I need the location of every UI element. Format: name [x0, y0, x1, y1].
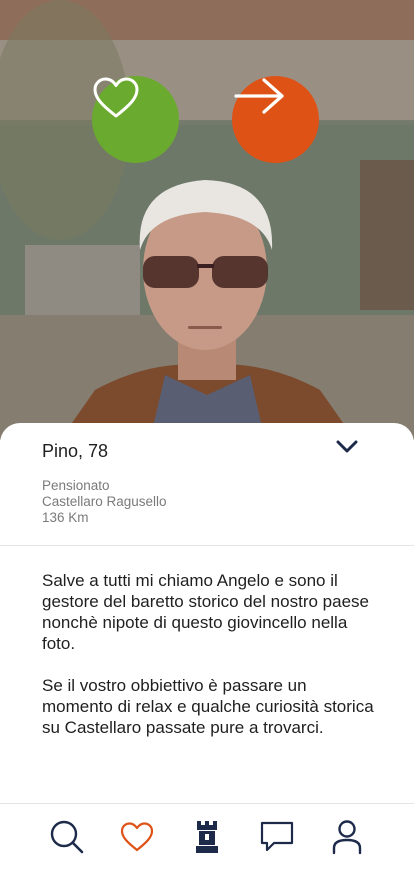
heart-outline-icon	[93, 77, 139, 118]
profile-occupation: Pensionato	[42, 478, 110, 493]
heart-icon	[120, 822, 154, 852]
bottom-nav	[0, 804, 414, 896]
like-button[interactable]	[92, 76, 179, 163]
nav-tower[interactable]	[188, 818, 226, 856]
bio-paragraph: Se il vostro obbiettivo è passare un mom…	[42, 676, 374, 737]
nav-search[interactable]	[48, 818, 86, 856]
nav-chat[interactable]	[258, 818, 296, 856]
profile-location: Castellaro Ragusello	[42, 494, 167, 509]
divider	[0, 545, 414, 546]
arrow-right-icon	[234, 78, 284, 114]
nav-profile[interactable]	[328, 818, 366, 856]
bio-paragraph: Salve a tutti mi chiamo Angelo e sono il…	[42, 571, 369, 653]
expand-button[interactable]	[333, 435, 361, 459]
profile-icon	[332, 820, 362, 855]
search-icon	[50, 820, 84, 854]
tower-icon	[196, 821, 218, 853]
profile-photo-illustration	[0, 0, 414, 440]
profile-distance: 136 Km	[42, 510, 89, 525]
profile-bio: Salve a tutti mi chiamo Angelo e sono il…	[42, 570, 382, 738]
nav-favorites[interactable]	[118, 818, 156, 856]
profile-meta: Pensionato Castellaro Ragusello 136 Km	[42, 478, 167, 526]
chevron-down-icon	[336, 440, 358, 453]
profile-screen: Pino, 78 Pensionato Castellaro Ragusello…	[0, 0, 414, 896]
chat-icon	[260, 821, 294, 852]
next-button[interactable]	[232, 76, 319, 163]
profile-name-age: Pino, 78	[42, 441, 109, 461]
profile-photo	[0, 0, 414, 440]
